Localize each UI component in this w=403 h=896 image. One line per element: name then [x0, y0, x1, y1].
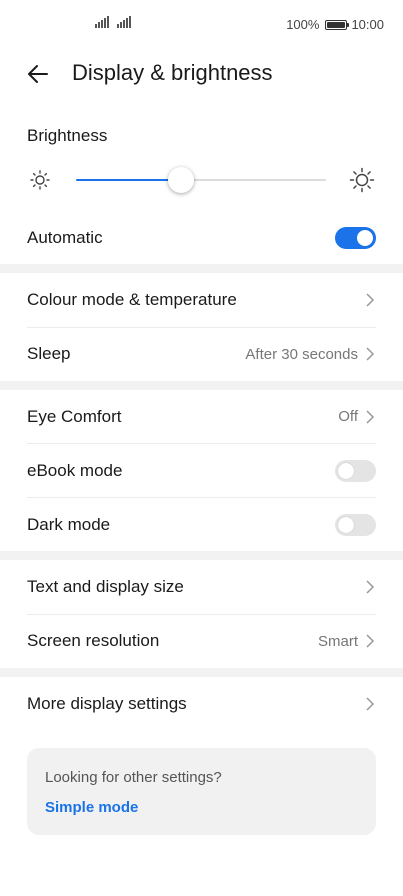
chevron-right-icon — [366, 409, 375, 424]
back-button[interactable] — [22, 58, 54, 90]
chevron-right-icon — [366, 634, 375, 648]
dark-mode-row[interactable]: Dark mode — [0, 498, 403, 551]
ebook-mode-toggle[interactable] — [335, 459, 376, 482]
ebook-mode-row[interactable]: eBook mode — [0, 444, 403, 497]
dark-mode-toggle[interactable] — [335, 513, 376, 536]
battery-percent: 100% — [286, 17, 320, 32]
back-arrow-icon — [28, 65, 48, 83]
eye-comfort-value: Off — [338, 408, 358, 425]
dark-mode-label: Dark mode — [27, 514, 111, 534]
eye-comfort-row[interactable]: Eye Comfort Off — [0, 390, 403, 443]
automatic-toggle[interactable] — [335, 227, 376, 249]
slider-fill — [76, 179, 181, 181]
more-display-settings-label: More display settings — [27, 694, 187, 713]
clock: 10:00 — [351, 17, 384, 32]
slider-thumb[interactable] — [168, 167, 194, 193]
sleep-label: Sleep — [27, 344, 71, 363]
sleep-value: After 30 seconds — [245, 345, 358, 363]
screen-resolution-row[interactable]: Screen resolution Smart — [0, 615, 403, 667]
ebook-mode-label: eBook mode — [27, 460, 123, 480]
section-gap — [0, 264, 403, 273]
automatic-row[interactable]: Automatic — [0, 214, 403, 262]
section-gap — [0, 668, 403, 677]
card-text: Looking for other settings? — [45, 769, 222, 786]
signal-indicators — [95, 16, 131, 28]
eye-comfort-label: Eye Comfort — [27, 406, 122, 426]
status-right: 100% 10:00 — [286, 17, 384, 32]
colour-mode-row[interactable]: Colour mode & temperature — [0, 273, 403, 327]
simple-mode-link[interactable]: Simple mode — [45, 799, 138, 816]
section-gap — [0, 381, 403, 390]
chevron-right-icon — [366, 697, 375, 711]
brightness-low-icon — [30, 170, 50, 190]
other-settings-card: Looking for other settings? Simple mode — [27, 748, 376, 835]
section-gap — [0, 551, 403, 560]
text-size-row[interactable]: Text and display size — [0, 560, 403, 614]
status-bar: 100% 10:00 — [0, 0, 403, 48]
more-display-settings-row[interactable]: More display settings — [0, 677, 403, 731]
chevron-right-icon — [366, 347, 375, 361]
signal-icon — [117, 16, 131, 28]
text-size-label: Text and display size — [27, 577, 184, 596]
screen-resolution-value: Smart — [317, 632, 358, 650]
chevron-right-icon — [366, 580, 375, 594]
header: Display & brightness — [0, 48, 403, 100]
battery-icon — [325, 19, 350, 30]
chevron-right-icon — [366, 293, 375, 307]
slider-track[interactable] — [76, 167, 326, 193]
automatic-label: Automatic — [27, 228, 103, 247]
brightness-slider[interactable] — [0, 162, 403, 198]
brightness-label: Brightness — [27, 126, 108, 145]
screen-resolution-label: Screen resolution — [27, 631, 160, 650]
sleep-row[interactable]: Sleep After 30 seconds — [0, 328, 403, 380]
colour-mode-label: Colour mode & temperature — [27, 290, 237, 309]
brightness-high-icon — [349, 167, 375, 193]
page-title: Display & brightness — [72, 60, 273, 85]
signal-icon — [95, 16, 109, 28]
